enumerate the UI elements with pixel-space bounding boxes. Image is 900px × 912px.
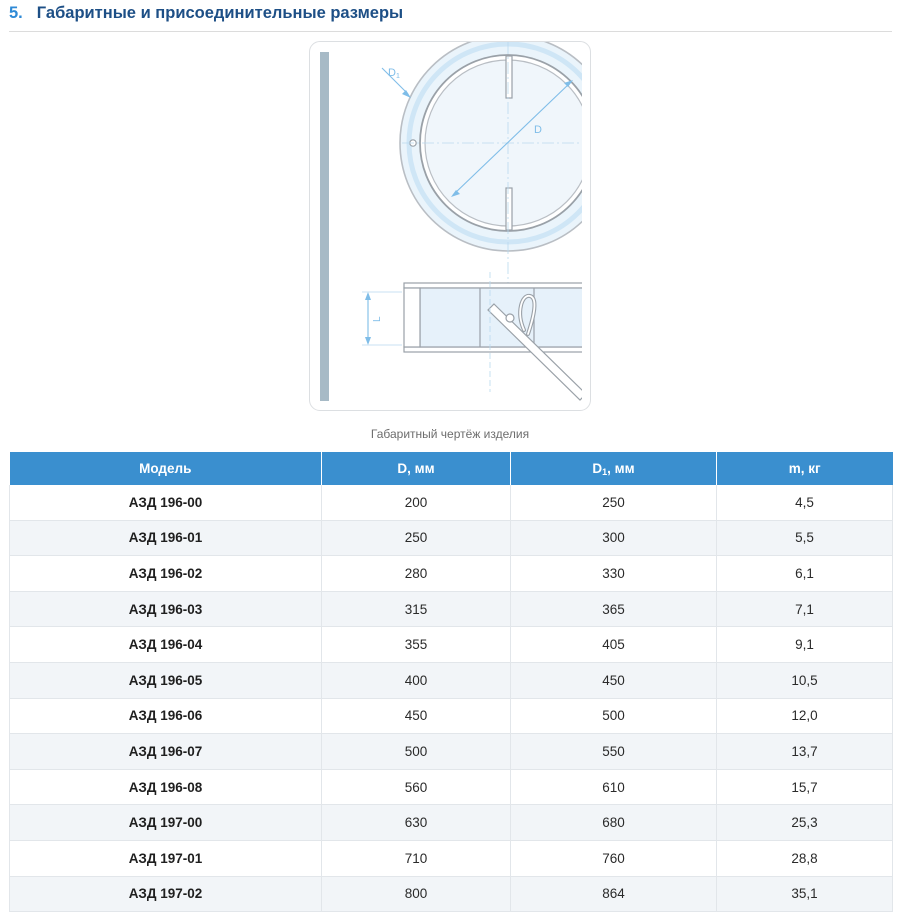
cell-d: 355 (321, 626, 511, 663)
cell-d: 250 (321, 520, 511, 557)
section-title: Габаритные и присоединительные размеры (36, 4, 404, 22)
cell-d1: 405 (510, 626, 717, 663)
table-row: АЗД 196-01 250 300 5,5 (9, 520, 893, 557)
section-heading: 5. Габаритные и присоединительные размеры (9, 4, 403, 23)
table-row: АЗД 196-00 200 250 4,5 (9, 485, 893, 521)
table-row: АЗД 196-05 400 450 10,5 (9, 662, 893, 699)
cell-d1: 864 (510, 876, 717, 912)
cell-d1: 250 (510, 485, 717, 521)
cell-mass: 25,3 (716, 804, 893, 841)
cell-d1: 330 (510, 555, 717, 592)
cell-model: АЗД 196-00 (9, 485, 322, 521)
column-header-d: D, мм (321, 452, 511, 485)
cell-mass: 4,5 (716, 485, 893, 521)
table-row: АЗД 196-03 315 365 7,1 (9, 591, 893, 628)
cell-d1: 450 (510, 662, 717, 699)
cell-d1: 760 (510, 840, 717, 877)
cell-model: АЗД 196-04 (9, 626, 322, 663)
heading-divider (9, 31, 892, 32)
cell-d: 710 (321, 840, 511, 877)
table-row: АЗД 196-02 280 330 6,1 (9, 555, 893, 592)
table-row: АЗД 196-07 500 550 13,7 (9, 733, 893, 770)
cell-model: АЗД 197-01 (9, 840, 322, 877)
wall-strip (320, 52, 329, 401)
blade-stub-top (505, 55, 513, 99)
dimensions-table: Модель D, мм D1, мм m, кг АЗД 196-00 200 2… (9, 452, 893, 912)
cell-d: 315 (321, 591, 511, 628)
cell-d: 450 (321, 698, 511, 735)
cell-mass: 12,0 (716, 698, 893, 735)
column-header-model: Модель (9, 452, 322, 485)
dimension-drawing: D D1 L (309, 41, 591, 411)
cell-d: 200 (321, 485, 511, 521)
cell-d1: 365 (510, 591, 717, 628)
cell-mass: 28,8 (716, 840, 893, 877)
cell-d: 280 (321, 555, 511, 592)
cell-mass: 15,7 (716, 769, 893, 806)
cell-mass: 6,1 (716, 555, 893, 592)
blade-stub-bottom (505, 187, 513, 231)
dimension-l-arrow-top (365, 292, 371, 300)
cell-d: 800 (321, 876, 511, 912)
side-body-left-edge (403, 287, 421, 348)
cell-mass: 5,5 (716, 520, 893, 557)
side-flange-top (403, 282, 582, 289)
cell-d1: 500 (510, 698, 717, 735)
table-row: АЗД 197-02 800 864 35,1 (9, 876, 893, 912)
column-header-d1: D1, мм (510, 452, 717, 485)
drawing-caption: Габаритный чертёж изделия (370, 427, 530, 441)
cell-model: АЗД 197-00 (9, 804, 322, 841)
cell-mass: 35,1 (716, 876, 893, 912)
cell-mass: 10,5 (716, 662, 893, 699)
column-header-mass: m, кг (716, 452, 893, 485)
damper-drawing-svg: D D1 L (320, 42, 582, 401)
table-row: АЗД 197-01 710 760 28,8 (9, 840, 893, 877)
cell-model: АЗД 196-08 (9, 769, 322, 806)
table-header-row: Модель D, мм D1, мм m, кг (9, 452, 893, 485)
side-flange-bottom (403, 346, 582, 353)
table-row: АЗД 196-08 560 610 15,7 (9, 769, 893, 806)
actuator-pivot (505, 313, 515, 323)
cell-mass: 9,1 (716, 626, 893, 663)
dimension-l-arrow-bottom (365, 337, 371, 345)
cell-d: 500 (321, 733, 511, 770)
cell-model: АЗД 196-06 (9, 698, 322, 735)
cell-d1: 550 (510, 733, 717, 770)
cell-d1: 680 (510, 804, 717, 841)
cell-model: АЗД 197-02 (9, 876, 322, 912)
cell-d: 630 (321, 804, 511, 841)
section-number: 5. (9, 4, 23, 22)
dimension-d1-arrow (402, 90, 411, 98)
cell-model: АЗД 196-03 (9, 591, 322, 628)
cell-d1: 300 (510, 520, 717, 557)
dimension-l-label: L (372, 316, 383, 322)
cell-model: АЗД 196-05 (9, 662, 322, 699)
table-row: АЗД 197-00 630 680 25,3 (9, 804, 893, 841)
table-row: АЗД 196-06 450 500 12,0 (9, 698, 893, 735)
cell-model: АЗД 196-01 (9, 520, 322, 557)
cell-model: АЗД 196-02 (9, 555, 322, 592)
cell-d1: 610 (510, 769, 717, 806)
cell-d: 560 (321, 769, 511, 806)
dimension-d-label: D (534, 124, 542, 136)
cell-mass: 13,7 (716, 733, 893, 770)
cell-mass: 7,1 (716, 591, 893, 628)
cell-d: 400 (321, 662, 511, 699)
table-row: АЗД 196-04 355 405 9,1 (9, 626, 893, 663)
dimension-d1-label: D1 (388, 67, 400, 80)
cell-model: АЗД 196-07 (9, 733, 322, 770)
